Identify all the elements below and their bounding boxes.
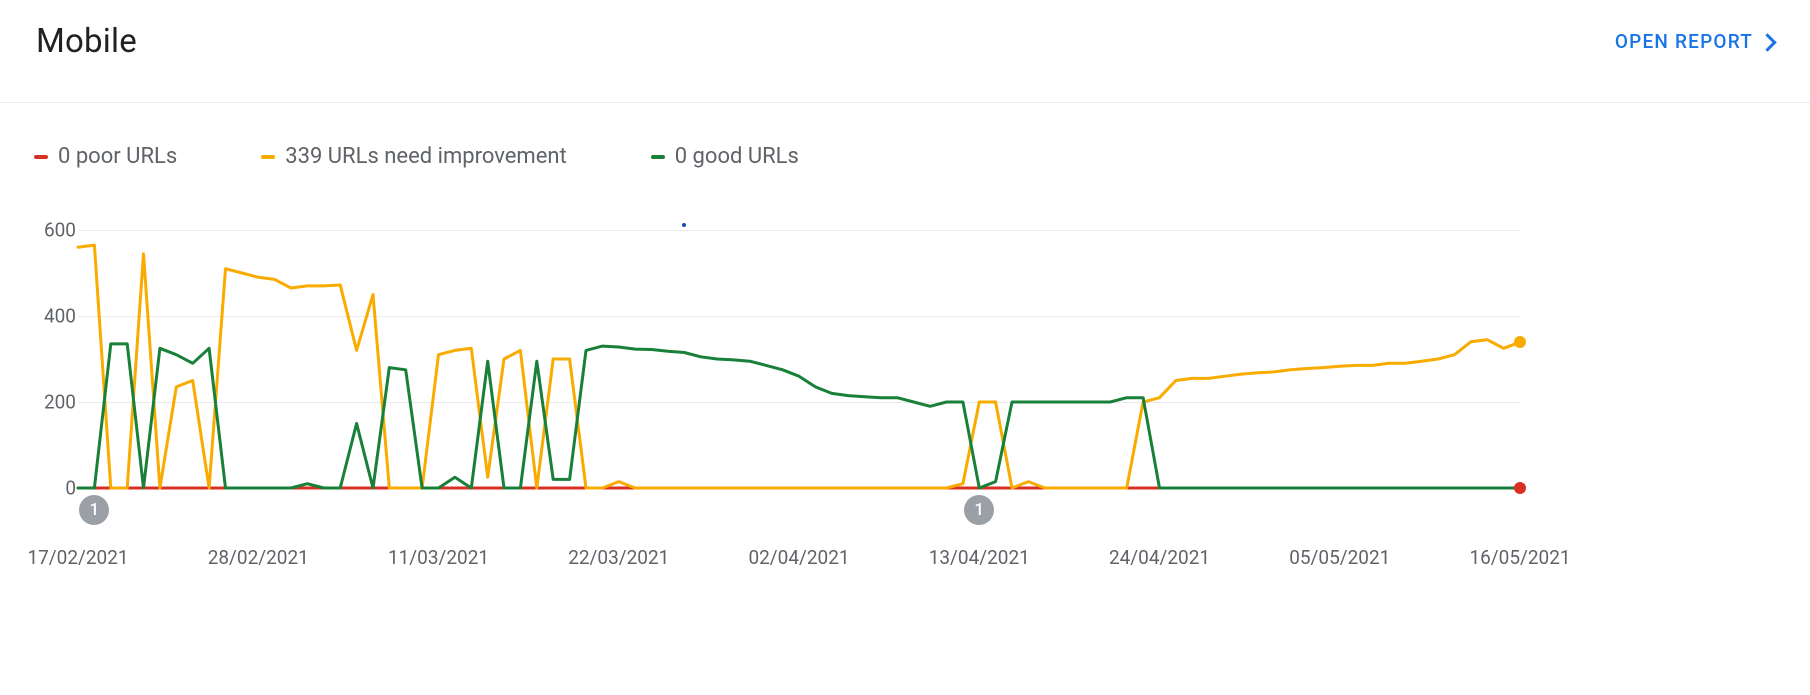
- end-dot-poor: [1514, 482, 1526, 494]
- x-axis: 17/02/2021 28/02/2021 11/03/2021 22/03/2…: [0, 546, 1810, 576]
- legend-swatch-needs: [261, 155, 275, 159]
- legend-needs-label: 339 URLs need improvement: [285, 144, 567, 169]
- legend-poor[interactable]: 0 poor URLs: [28, 140, 183, 173]
- end-dot-needs: [1514, 336, 1526, 348]
- x-tick-5: 13/04/2021: [929, 546, 1030, 569]
- event-marker-2-label: 1: [974, 500, 984, 520]
- header-bar: Mobile OPEN REPORT: [0, 0, 1810, 103]
- x-tick-0: 17/02/2021: [27, 546, 128, 569]
- legend-swatch-poor: [34, 155, 48, 159]
- data-point-indicator: [682, 223, 686, 227]
- x-tick-1: 28/02/2021: [208, 546, 309, 569]
- x-tick-4: 02/04/2021: [748, 546, 849, 569]
- chart-plot-area: 1 1: [78, 230, 1520, 489]
- event-marker-1[interactable]: 1: [79, 495, 109, 525]
- legend-swatch-good: [651, 155, 665, 159]
- x-tick-8: 16/05/2021: [1469, 546, 1570, 569]
- series-line: [78, 245, 1520, 488]
- chevron-right-icon: [1758, 33, 1776, 51]
- open-report-link[interactable]: OPEN REPORT: [1615, 30, 1774, 53]
- x-tick-6: 24/04/2021: [1109, 546, 1210, 569]
- y-tick-0: 0: [65, 477, 76, 500]
- page-title: Mobile: [36, 22, 137, 61]
- open-report-label: OPEN REPORT: [1615, 30, 1753, 53]
- series-line: [78, 344, 1520, 488]
- legend: 0 poor URLs 339 URLs need improvement 0 …: [28, 140, 805, 173]
- x-tick-3: 22/03/2021: [568, 546, 669, 569]
- y-tick-600: 600: [44, 219, 76, 242]
- event-marker-2[interactable]: 1: [964, 495, 994, 525]
- legend-good[interactable]: 0 good URLs: [645, 140, 805, 173]
- legend-good-label: 0 good URLs: [675, 144, 799, 169]
- legend-needs-improvement[interactable]: 339 URLs need improvement: [255, 140, 573, 173]
- x-tick-2: 11/03/2021: [388, 546, 489, 569]
- legend-poor-label: 0 poor URLs: [58, 144, 177, 169]
- event-marker-1-label: 1: [90, 500, 100, 520]
- chart-lines-svg: [78, 230, 1520, 488]
- y-tick-200: 200: [44, 391, 76, 414]
- y-tick-400: 400: [44, 305, 76, 328]
- x-tick-7: 05/05/2021: [1289, 546, 1390, 569]
- y-axis: 0 200 400 600: [28, 230, 76, 488]
